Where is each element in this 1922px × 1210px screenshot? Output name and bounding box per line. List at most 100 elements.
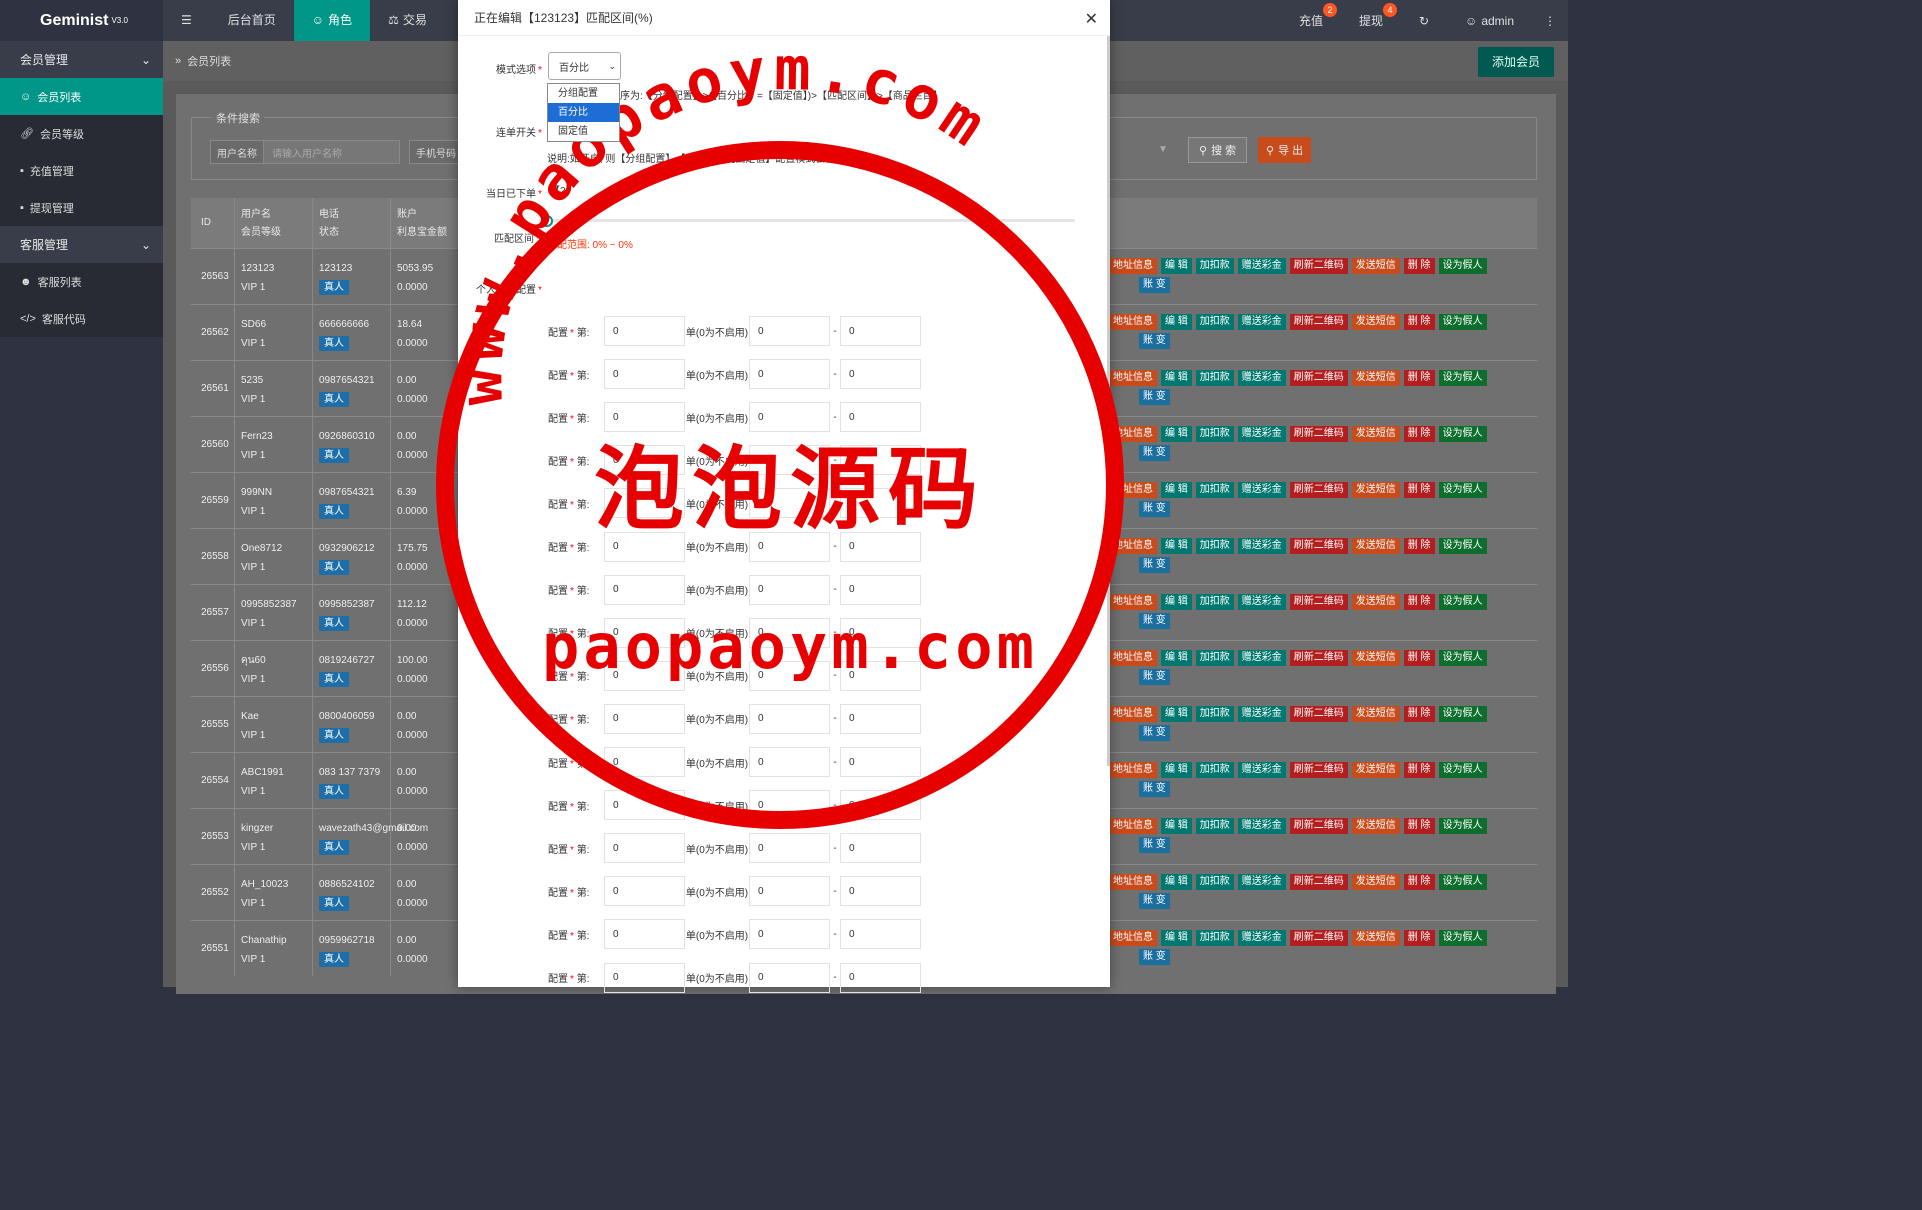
range-min-input[interactable]: 0 <box>749 660 830 691</box>
sidebar-group-service[interactable]: 客服管理 ⌄ <box>0 226 163 263</box>
range-min-input[interactable]: 0 <box>749 316 830 346</box>
adjust-funds-button[interactable]: 加扣款 <box>1195 930 1234 946</box>
ledger-button[interactable]: 账 变 <box>1139 725 1170 741</box>
range-max-input[interactable]: 0 <box>840 359 921 390</box>
range-min-input[interactable]: 0 <box>749 445 830 476</box>
ledger-button[interactable]: 账 变 <box>1139 669 1170 685</box>
set-fake-button[interactable]: 设为假人 <box>1438 762 1487 778</box>
adjust-funds-button[interactable]: 加扣款 <box>1195 818 1234 834</box>
edit-button[interactable]: 编 辑 <box>1161 874 1192 890</box>
row-real-tag[interactable]: 真人 <box>319 952 349 967</box>
set-fake-button[interactable]: 设为假人 <box>1438 258 1487 274</box>
set-fake-button[interactable]: 设为假人 <box>1438 874 1487 890</box>
send-sms-button[interactable]: 发送短信 <box>1351 706 1400 722</box>
edit-button[interactable]: 编 辑 <box>1161 538 1192 554</box>
sidebar-group-members[interactable]: 会员管理 ⌄ <box>0 41 163 78</box>
mode-option-fixed[interactable]: 固定值 <box>548 122 619 141</box>
gift-bonus-button[interactable]: 赠送彩金 <box>1237 650 1286 666</box>
ledger-button[interactable]: 账 变 <box>1139 557 1170 573</box>
set-fake-button[interactable]: 设为假人 <box>1438 426 1487 442</box>
gift-bonus-button[interactable]: 赠送彩金 <box>1237 874 1286 890</box>
send-sms-button[interactable]: 发送短信 <box>1351 650 1400 666</box>
range-max-input[interactable]: 0 <box>840 876 921 907</box>
range-max-input[interactable]: 0 <box>840 703 921 734</box>
order-number-input[interactable]: 0 <box>604 316 685 346</box>
delete-button[interactable]: 删 除 <box>1403 650 1435 666</box>
adjust-funds-button[interactable]: 加扣款 <box>1195 314 1234 330</box>
send-sms-button[interactable]: 发送短信 <box>1351 874 1400 890</box>
delete-button[interactable]: 删 除 <box>1403 818 1435 834</box>
address-info-button[interactable]: 地址信息 <box>1109 818 1157 834</box>
set-fake-button[interactable]: 设为假人 <box>1438 930 1487 946</box>
address-info-button[interactable]: 地址信息 <box>1109 370 1157 386</box>
range-max-input[interactable]: 0 <box>840 747 921 777</box>
send-sms-button[interactable]: 发送短信 <box>1351 482 1400 498</box>
nav-home[interactable]: 后台首页 <box>210 0 294 41</box>
mode-select[interactable]: 百分比 ⌄ <box>548 52 621 80</box>
send-sms-button[interactable]: 发送短信 <box>1351 538 1400 554</box>
range-max-input[interactable]: 0 <box>840 660 921 691</box>
set-fake-button[interactable]: 设为假人 <box>1438 370 1487 386</box>
send-sms-button[interactable]: 发送短信 <box>1351 370 1400 386</box>
row-real-tag[interactable]: 真人 <box>319 728 349 743</box>
gift-bonus-button[interactable]: 赠送彩金 <box>1237 930 1286 946</box>
col-id[interactable]: ID <box>191 198 235 248</box>
delete-button[interactable]: 删 除 <box>1403 706 1435 722</box>
range-max-input[interactable]: 0 <box>840 488 921 519</box>
edit-button[interactable]: 编 辑 <box>1161 482 1192 498</box>
refresh-qr-button[interactable]: 刷新二维码 <box>1289 426 1348 442</box>
refresh-qr-button[interactable]: 刷新二维码 <box>1289 538 1348 554</box>
send-sms-button[interactable]: 发送短信 <box>1351 258 1400 274</box>
refresh-qr-button[interactable]: 刷新二维码 <box>1289 650 1348 666</box>
sidebar-item-member-level[interactable]: 🔗︎ 会员等级 <box>0 115 163 152</box>
send-sms-button[interactable]: 发送短信 <box>1351 594 1400 610</box>
range-max-input[interactable]: 0 <box>840 402 921 433</box>
address-info-button[interactable]: 地址信息 <box>1109 258 1157 274</box>
delete-button[interactable]: 删 除 <box>1403 762 1435 778</box>
gift-bonus-button[interactable]: 赠送彩金 <box>1237 706 1286 722</box>
range-slider-track[interactable] <box>547 219 1075 222</box>
range-min-input[interactable]: 0 <box>749 574 830 605</box>
range-max-input[interactable]: 0 <box>840 574 921 605</box>
ledger-button[interactable]: 账 变 <box>1139 501 1170 517</box>
row-real-tag[interactable]: 真人 <box>319 784 349 799</box>
modal-scrollbar[interactable] <box>1107 36 1110 766</box>
row-real-tag[interactable]: 真人 <box>319 896 349 911</box>
gift-bonus-button[interactable]: 赠送彩金 <box>1237 482 1286 498</box>
range-max-input[interactable]: 0 <box>840 316 921 346</box>
ledger-button[interactable]: 账 变 <box>1139 613 1170 629</box>
ledger-button[interactable]: 账 变 <box>1139 949 1170 965</box>
row-real-tag[interactable]: 真人 <box>319 392 349 407</box>
refresh-qr-button[interactable]: 刷新二维码 <box>1289 930 1348 946</box>
gift-bonus-button[interactable]: 赠送彩金 <box>1237 258 1286 274</box>
sidebar-item-service-list[interactable]: ☻ 客服列表 <box>0 263 163 300</box>
search-button[interactable]: ⚲ 搜 索 <box>1188 137 1248 163</box>
address-info-button[interactable]: 地址信息 <box>1109 594 1157 610</box>
range-min-input[interactable]: 0 <box>749 962 830 993</box>
range-min-input[interactable]: 0 <box>749 402 830 433</box>
refresh-qr-button[interactable]: 刷新二维码 <box>1289 314 1348 330</box>
address-info-button[interactable]: 地址信息 <box>1109 314 1157 330</box>
address-info-button[interactable]: 地址信息 <box>1109 930 1157 946</box>
recharge-link[interactable]: 充值 2 <box>1281 0 1341 41</box>
order-number-input[interactable]: 0 <box>604 402 685 433</box>
range-max-input[interactable]: 0 <box>840 617 921 648</box>
address-info-button[interactable]: 地址信息 <box>1109 538 1157 554</box>
range-min-input[interactable]: 0 <box>749 488 830 519</box>
row-real-tag[interactable]: 真人 <box>319 504 349 519</box>
send-sms-button[interactable]: 发送短信 <box>1351 426 1400 442</box>
range-min-input[interactable]: 0 <box>749 617 830 648</box>
row-real-tag[interactable]: 真人 <box>319 616 349 631</box>
refresh-button[interactable]: ↻ <box>1401 0 1447 41</box>
refresh-qr-button[interactable]: 刷新二维码 <box>1289 258 1348 274</box>
range-min-input[interactable]: 0 <box>749 747 830 777</box>
delete-button[interactable]: 删 除 <box>1403 482 1435 498</box>
ledger-button[interactable]: 账 变 <box>1139 837 1170 853</box>
order-number-input[interactable]: 0 <box>604 660 685 691</box>
export-button[interactable]: ⚲ 导 出 <box>1258 137 1312 163</box>
status-select-chevron[interactable]: ▼ <box>1158 144 1168 155</box>
adjust-funds-button[interactable]: 加扣款 <box>1195 482 1234 498</box>
sidebar-item-recharge[interactable]: ▪ 充值管理 <box>0 152 163 189</box>
range-max-input[interactable]: 0 <box>840 833 921 864</box>
range-max-input[interactable]: 0 <box>840 445 921 476</box>
